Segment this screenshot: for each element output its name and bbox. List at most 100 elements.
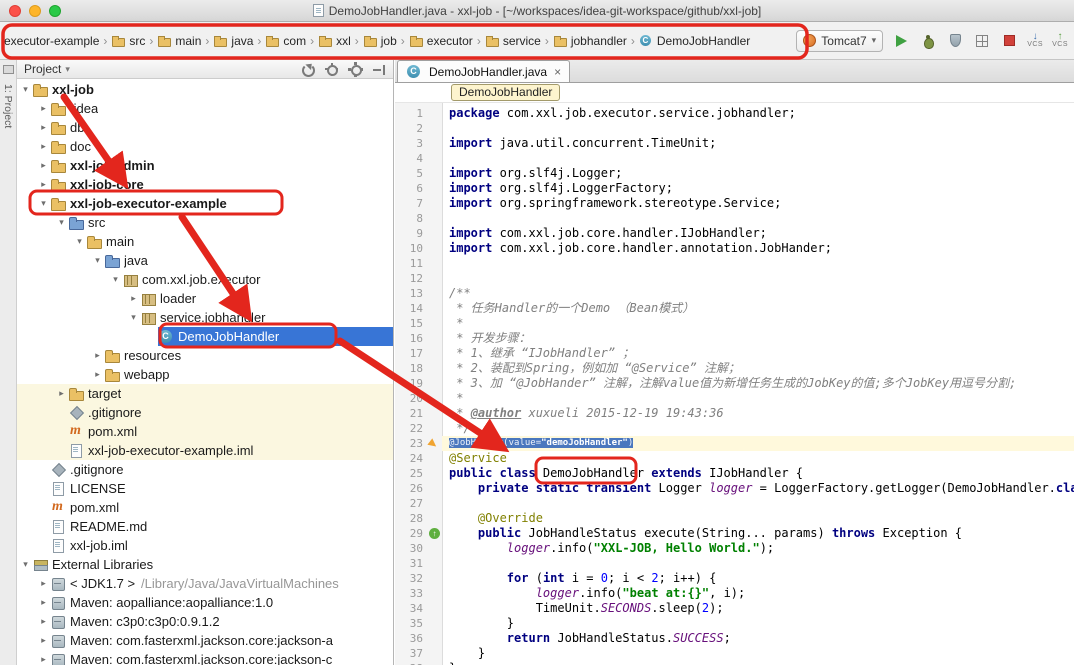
gutter-icon-area[interactable] bbox=[427, 241, 442, 256]
window-close-button[interactable] bbox=[9, 5, 21, 17]
vcs-update-button[interactable]: ↓ VCS bbox=[1027, 33, 1043, 49]
gutter-icon-area[interactable] bbox=[427, 121, 442, 136]
expand-arrow-closed-icon[interactable]: ▸ bbox=[37, 103, 50, 114]
code-editor[interactable]: 1package com.xxl.job.executor.service.jo… bbox=[395, 103, 1074, 665]
expand-arrow-open-icon[interactable]: ▾ bbox=[91, 255, 104, 266]
tree-item[interactable]: ▾External Libraries bbox=[17, 555, 393, 574]
expand-arrow-closed-icon[interactable]: ▸ bbox=[37, 141, 50, 152]
breadcrumb-item-class[interactable]: DemoJobHandler bbox=[637, 32, 752, 50]
tree-item[interactable]: ▾service.jobhandler bbox=[17, 308, 393, 327]
gutter-icon-area[interactable] bbox=[427, 286, 442, 301]
gutter-icon-area[interactable] bbox=[427, 661, 442, 665]
tree-item[interactable]: ▸target bbox=[17, 384, 393, 403]
tree-item[interactable]: ▸Maven: aopalliance:aopalliance:1.0 bbox=[17, 593, 393, 612]
gutter-icon-area[interactable] bbox=[427, 451, 442, 466]
gutter-icon-area[interactable] bbox=[427, 631, 442, 646]
window-minimize-button[interactable] bbox=[29, 5, 41, 17]
gutter-icon-area[interactable] bbox=[427, 196, 442, 211]
tree-item[interactable]: ▸xxl-job-admin bbox=[17, 156, 393, 175]
expand-arrow-closed-icon[interactable]: ▸ bbox=[37, 635, 50, 646]
breadcrumb-item[interactable]: java bbox=[211, 32, 255, 50]
run-button[interactable] bbox=[892, 32, 910, 50]
vcs-commit-button[interactable]: ↑ VCS bbox=[1052, 33, 1068, 49]
tree-item[interactable]: ▸resources bbox=[17, 346, 393, 365]
tree-item[interactable]: ▸.idea bbox=[17, 99, 393, 118]
window-zoom-button[interactable] bbox=[49, 5, 61, 17]
stop-button[interactable] bbox=[1000, 32, 1018, 50]
tree-item[interactable]: .gitignore bbox=[17, 403, 393, 422]
tree-item[interactable]: xxl-job.iml bbox=[17, 536, 393, 555]
tree-item[interactable]: pom.xml bbox=[17, 422, 393, 441]
gutter-icon-area[interactable] bbox=[427, 616, 442, 631]
tree-item[interactable]: README.md bbox=[17, 517, 393, 536]
gear-icon[interactable] bbox=[349, 63, 362, 76]
breadcrumb-item[interactable]: executor bbox=[407, 32, 475, 50]
breadcrumb-item[interactable]: main bbox=[155, 32, 203, 50]
chevron-down-icon[interactable]: ▾ bbox=[65, 64, 70, 75]
expand-arrow-open-icon[interactable]: ▾ bbox=[127, 312, 140, 323]
gutter-icon-area[interactable] bbox=[427, 181, 442, 196]
breadcrumb-item[interactable]: service bbox=[483, 32, 543, 50]
hide-panel-icon[interactable] bbox=[373, 63, 386, 76]
expand-arrow-open-icon[interactable]: ▾ bbox=[73, 236, 86, 247]
gutter-icon-area[interactable] bbox=[427, 421, 442, 436]
gutter-icon-area[interactable] bbox=[427, 511, 442, 526]
gutter-icon-area[interactable] bbox=[427, 166, 442, 181]
breadcrumb-item[interactable]: executor-example bbox=[2, 32, 101, 50]
breadcrumb-item[interactable]: job bbox=[361, 32, 399, 50]
expand-arrow-closed-icon[interactable]: ▸ bbox=[37, 122, 50, 133]
expand-arrow-open-icon[interactable]: ▾ bbox=[19, 84, 32, 95]
tree-item[interactable]: ▸xxl-job-core bbox=[17, 175, 393, 194]
gutter-icon-area[interactable] bbox=[427, 301, 442, 316]
gutter-icon-area[interactable] bbox=[427, 106, 442, 121]
expand-arrow-closed-icon[interactable]: ▸ bbox=[127, 293, 140, 304]
expand-arrow-closed-icon[interactable]: ▸ bbox=[37, 597, 50, 608]
expand-arrow-closed-icon[interactable]: ▸ bbox=[37, 616, 50, 627]
tree-item[interactable]: ▾java bbox=[17, 251, 393, 270]
bookmark-icon[interactable] bbox=[427, 438, 438, 449]
expand-arrow-closed-icon[interactable]: ▸ bbox=[37, 160, 50, 171]
gutter-icon-area[interactable] bbox=[427, 571, 442, 586]
expand-arrow-closed-icon[interactable]: ▸ bbox=[55, 388, 68, 399]
gutter-icon-area[interactable] bbox=[427, 601, 442, 616]
tree-item[interactable]: xxl-job-executor-example.iml bbox=[17, 441, 393, 460]
gutter-icon-area[interactable] bbox=[427, 136, 442, 151]
gutter-icon-area[interactable] bbox=[427, 151, 442, 166]
editor-tab[interactable]: DemoJobHandler.java × bbox=[397, 60, 570, 82]
gutter-icon-area[interactable] bbox=[427, 496, 442, 511]
tree-item[interactable]: ▸webapp bbox=[17, 365, 393, 384]
gutter-icon-area[interactable] bbox=[427, 376, 442, 391]
expand-arrow-open-icon[interactable]: ▾ bbox=[19, 559, 32, 570]
tree-item[interactable]: ▸db bbox=[17, 118, 393, 137]
tree-item[interactable]: ▾xxl-job-executor-example bbox=[17, 194, 393, 213]
breadcrumb-item[interactable]: jobhandler bbox=[551, 32, 629, 50]
gutter-icon-area[interactable] bbox=[427, 316, 442, 331]
gutter-icon-area[interactable] bbox=[427, 346, 442, 361]
run-configuration-select[interactable]: Tomcat7 ▾ bbox=[796, 30, 883, 52]
close-icon[interactable]: × bbox=[554, 65, 561, 79]
tree-item[interactable]: ▸Maven: com.fasterxml.jackson.core:jacks… bbox=[17, 631, 393, 650]
expand-arrow-open-icon[interactable]: ▾ bbox=[55, 217, 68, 228]
tree-item[interactable]: ▸Maven: com.fasterxml.jackson.core:jacks… bbox=[17, 650, 393, 665]
tree-item[interactable]: ▸< JDK1.7 >/Library/Java/JavaVirtualMach… bbox=[17, 574, 393, 593]
locate-file-icon[interactable] bbox=[325, 63, 338, 76]
breadcrumb-item[interactable]: src bbox=[109, 32, 147, 50]
gutter-icon-area[interactable] bbox=[427, 271, 442, 286]
tree-item[interactable]: ▸loader bbox=[17, 289, 393, 308]
expand-arrow-closed-icon[interactable]: ▸ bbox=[37, 654, 50, 665]
gutter-icon-area[interactable] bbox=[427, 226, 442, 241]
tree-item[interactable]: ▾com.xxl.job.executor bbox=[17, 270, 393, 289]
tree-item[interactable]: ▾xxl-job bbox=[17, 80, 393, 99]
expand-arrow-closed-icon[interactable]: ▸ bbox=[37, 578, 50, 589]
gutter-icon-area[interactable] bbox=[427, 646, 442, 661]
override-marker-icon[interactable]: ↑ bbox=[429, 528, 440, 539]
tree-item[interactable]: pom.xml bbox=[17, 498, 393, 517]
gutter-icon-area[interactable] bbox=[427, 331, 442, 346]
expand-arrow-open-icon[interactable]: ▾ bbox=[109, 274, 122, 285]
debug-button[interactable] bbox=[919, 32, 937, 50]
gutter-icon-area[interactable] bbox=[427, 586, 442, 601]
project-tool-button[interactable]: 1: Project bbox=[2, 84, 14, 128]
tree-item[interactable]: ▾src bbox=[17, 213, 393, 232]
gutter-icon-area[interactable] bbox=[427, 556, 442, 571]
tree-item[interactable]: .gitignore bbox=[17, 460, 393, 479]
